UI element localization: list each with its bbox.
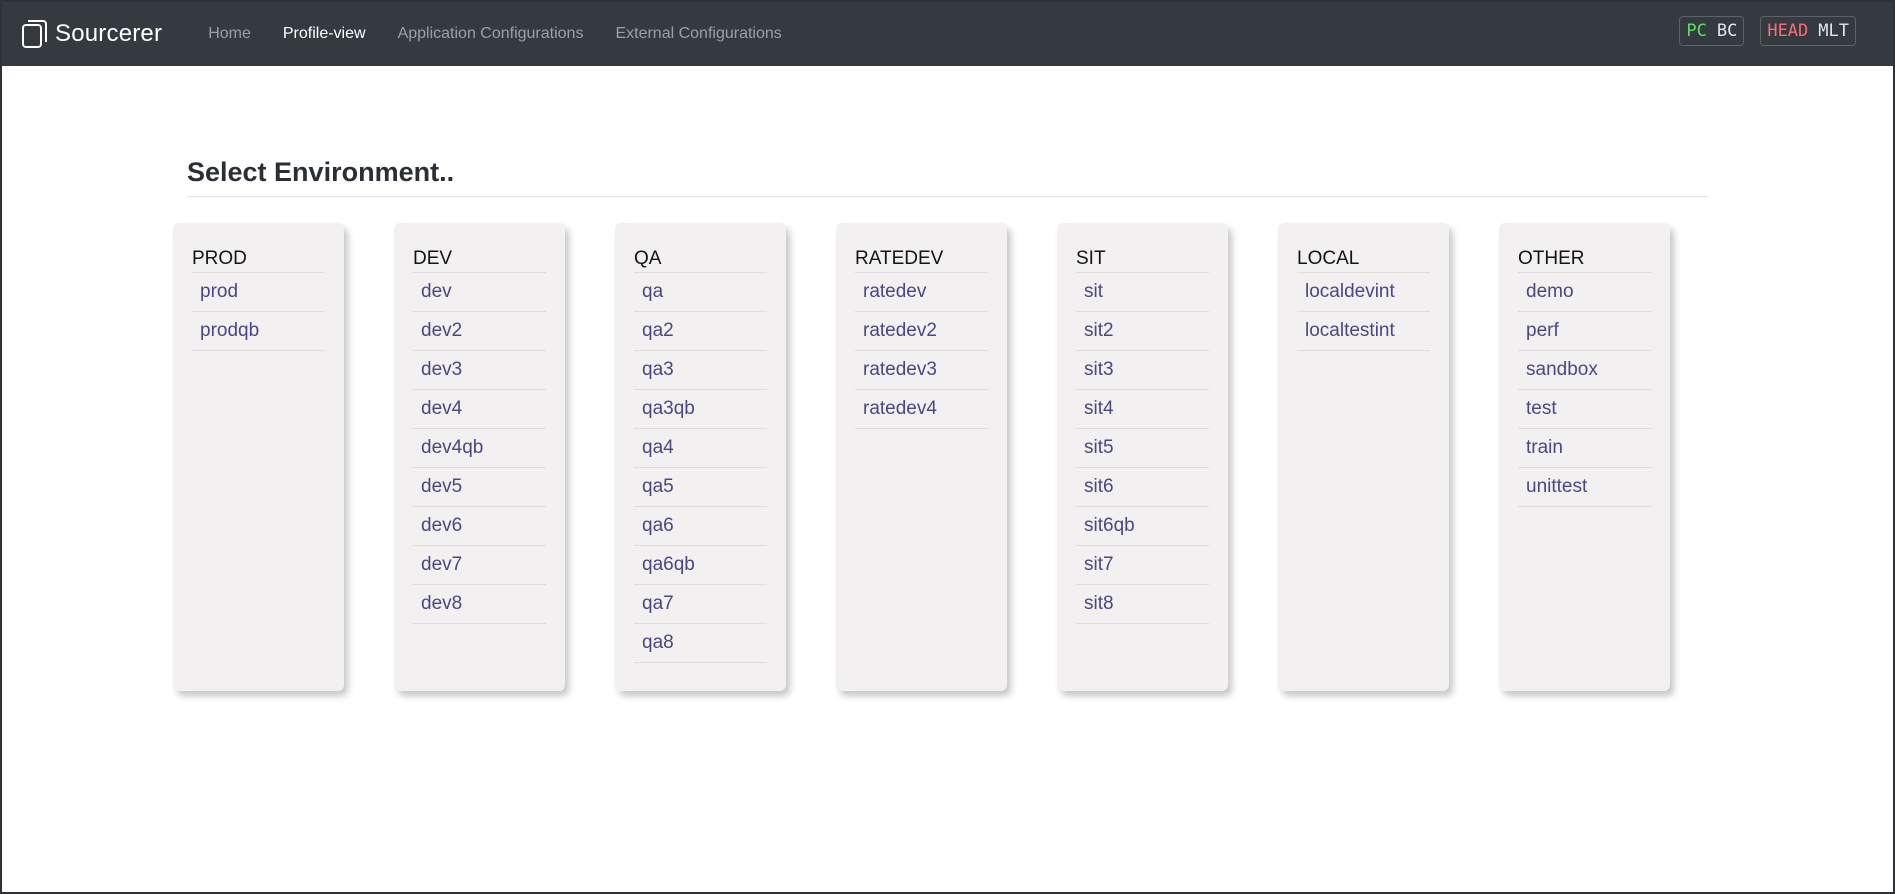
env-group-prod: PROD prod prodqb [173,223,344,691]
env-link-qa5[interactable]: qa5 [634,468,767,507]
env-list: ratedev ratedev2 ratedev3 ratedev4 [855,273,988,429]
nav-link-home[interactable]: Home [208,25,251,43]
brand-link[interactable]: Sourcerer [21,19,162,49]
brand-name: Sourcerer [55,20,163,47]
document-stack-icon [21,19,47,49]
branch-badge[interactable]: PC BC [1679,16,1745,46]
env-group-title: PROD [192,248,325,273]
env-link-qa8[interactable]: qa8 [634,624,767,663]
env-link-dev7[interactable]: dev7 [413,546,546,585]
env-link-localtestint[interactable]: localtestint [1297,312,1430,351]
env-link-qa4[interactable]: qa4 [634,429,767,468]
env-link-sandbox[interactable]: sandbox [1518,351,1651,390]
env-group-title: QA [634,248,767,273]
env-group-title: RATEDEV [855,248,988,273]
env-list: localdevint localtestint [1297,273,1430,351]
env-link-sit2[interactable]: sit2 [1076,312,1209,351]
env-link-demo[interactable]: demo [1518,273,1651,312]
env-link-dev5[interactable]: dev5 [413,468,546,507]
env-group-local: LOCAL localdevint localtestint [1278,223,1449,691]
env-link-qa6[interactable]: qa6 [634,507,767,546]
env-group-dev: DEV dev dev2 dev3 dev4 dev4qb dev5 dev6 dev7 dev8 [394,223,565,691]
env-list: demo perf sandbox test train unittest [1518,273,1651,507]
env-link-qa2[interactable]: qa2 [634,312,767,351]
env-link-qa3[interactable]: qa3 [634,351,767,390]
env-link-dev6[interactable]: dev6 [413,507,546,546]
env-link-qa7[interactable]: qa7 [634,585,767,624]
env-link-sit8[interactable]: sit8 [1076,585,1209,624]
env-group-title: LOCAL [1297,248,1430,273]
env-link-prodqb[interactable]: prodqb [192,312,325,351]
env-link-localdevint[interactable]: localdevint [1297,273,1430,312]
env-group-sit: SIT sit sit2 sit3 sit4 sit5 sit6 sit6qb sit7 sit8 [1057,223,1228,691]
nav-link-external-configurations[interactable]: External Configurations [615,25,781,43]
badge-left-label: HEAD [1767,21,1809,41]
env-link-qa6qb[interactable]: qa6qb [634,546,767,585]
env-list: prod prodqb [192,273,325,351]
env-group-qa: QA qa qa2 qa3 qa3qb qa4 qa5 qa6 qa6qb qa7 qa8 [615,223,786,691]
env-link-qa[interactable]: qa [634,273,767,312]
badge-right-label: MLT [1818,21,1849,41]
badge-right-label: BC [1716,21,1738,41]
env-group-title: OTHER [1518,248,1651,273]
env-link-dev[interactable]: dev [413,273,546,312]
env-group-other: OTHER demo perf sandbox test train unittest [1499,223,1670,691]
env-link-unittest[interactable]: unittest [1518,468,1651,507]
env-link-dev3[interactable]: dev3 [413,351,546,390]
env-list: qa qa2 qa3 qa3qb qa4 qa5 qa6 qa6qb qa7 qa8 [634,273,767,663]
env-link-sit6qb[interactable]: sit6qb [1076,507,1209,546]
nav-link-profile-view[interactable]: Profile-view [283,25,366,43]
env-link-sit5[interactable]: sit5 [1076,429,1209,468]
env-link-train[interactable]: train [1518,429,1651,468]
env-link-ratedev2[interactable]: ratedev2 [855,312,988,351]
env-list: sit sit2 sit3 sit4 sit5 sit6 sit6qb sit7 sit8 [1076,273,1209,624]
nav-link-application-configurations[interactable]: Application Configurations [398,25,584,43]
env-link-dev2[interactable]: dev2 [413,312,546,351]
nav-links: Home Profile-view Application Configuratio… [192,25,798,43]
env-list: dev dev2 dev3 dev4 dev4qb dev5 dev6 dev7 dev8 [413,273,546,624]
env-link-ratedev3[interactable]: ratedev3 [855,351,988,390]
page-title: Select Environment.. [187,157,455,187]
env-link-ratedev4[interactable]: ratedev4 [855,390,988,429]
env-link-dev8[interactable]: dev8 [413,585,546,624]
env-link-test[interactable]: test [1518,390,1651,429]
env-link-qa3qb[interactable]: qa3qb [634,390,767,429]
env-link-sit3[interactable]: sit3 [1076,351,1209,390]
env-link-sit6[interactable]: sit6 [1076,468,1209,507]
env-link-ratedev[interactable]: ratedev [855,273,988,312]
env-link-prod[interactable]: prod [192,273,325,312]
branch-badge[interactable]: HEAD MLT [1760,16,1856,46]
env-link-sit7[interactable]: sit7 [1076,546,1209,585]
title-divider [187,196,1708,197]
env-group-ratedev: RATEDEV ratedev ratedev2 ratedev3 ratedev4 [836,223,1007,691]
top-navbar: Sourcerer Home Profile-view Application Co… [2,2,1893,66]
env-link-sit4[interactable]: sit4 [1076,390,1209,429]
env-link-dev4qb[interactable]: dev4qb [413,429,546,468]
env-group-title: SIT [1076,248,1209,273]
badge-left-label: PC [1686,21,1707,41]
env-link-perf[interactable]: perf [1518,312,1651,351]
env-group-title: DEV [413,248,546,273]
branch-badges: PC BC HEAD MLT [1663,16,1856,46]
env-link-sit[interactable]: sit [1076,273,1209,312]
env-link-dev4[interactable]: dev4 [413,390,546,429]
app-window: Sourcerer Home Profile-view Application Co… [0,0,1895,894]
